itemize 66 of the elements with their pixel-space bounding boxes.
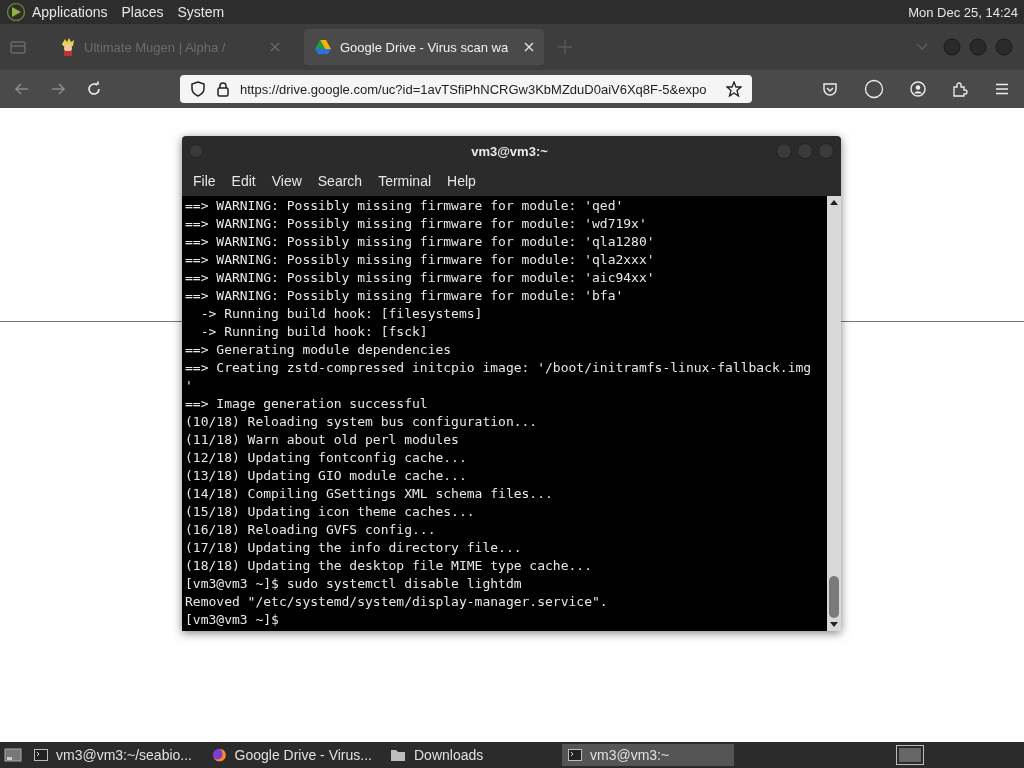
terminal-line: [vm3@vm3 ~]$ sudo systemctl disable lightdm	[185, 575, 523, 593]
menu-item[interactable]: Edit	[223, 173, 264, 189]
terminal-line: (18/18) Updating the desktop file MIME type cache...	[185, 557, 593, 575]
shield-icon[interactable]	[190, 81, 206, 97]
terminal-line: '	[185, 377, 194, 395]
terminal-line: ==> WARNING: Possibly missing firmware for module: 'aic94xx'	[185, 269, 656, 287]
circle-icon[interactable]	[864, 79, 884, 99]
terminal-line: (16/18) Reloading GVFS config...	[185, 521, 437, 539]
window-title: vm3@vm3:~	[470, 143, 549, 159]
show-desktop-icon[interactable]	[4, 747, 22, 763]
menu-item[interactable]: Terminal	[370, 173, 440, 189]
drive-icon	[314, 39, 332, 55]
terminal-line: (17/18) Updating the info directory file...	[185, 539, 523, 557]
scroll-up-icon[interactable]	[830, 199, 838, 205]
distro-logo-icon[interactable]	[6, 2, 26, 22]
browser-tab[interactable]: Google Drive - Virus scan wa	[304, 29, 544, 65]
taskbar-item[interactable]: Downloads	[384, 744, 556, 766]
pocket-icon[interactable]	[822, 81, 838, 97]
folder-icon	[390, 748, 406, 762]
forward-icon[interactable]	[50, 81, 66, 97]
menu-item[interactable]: File	[185, 173, 224, 189]
url-text: https://drive.google.com/uc?id=1avTSfiPhNCRGw3KbMZduD0aiV6Xq8F-5&expo	[240, 81, 708, 97]
terminal-line: ==> WARNING: Possibly missing firmware for module: 'qla1280'	[185, 233, 656, 251]
terminal-line: -> Running build hook: [fsck]	[199, 323, 429, 341]
extensions-icon[interactable]	[952, 81, 968, 97]
menu-item[interactable]: Search	[309, 173, 371, 189]
menu-icon[interactable]	[994, 81, 1010, 97]
taskbar-item[interactable]: vm3@vm3:~/seabio...	[28, 744, 200, 766]
taskbar-item[interactable]: Google Drive - Virus...	[206, 744, 378, 766]
scroll-down-icon[interactable]	[830, 622, 838, 628]
terminal-line: ==> Creating zstd-compressed initcpio image: '/boot/initramfs-linux-fallback.img	[185, 359, 813, 377]
character-icon	[60, 38, 76, 56]
reload-icon[interactable]	[86, 81, 102, 97]
panel-menu[interactable]: System	[177, 4, 225, 20]
terminal-line: ==> WARNING: Possibly missing firmware for module: 'qla2xxx'	[185, 251, 656, 269]
taskbar-item[interactable]: vm3@vm3:~	[562, 744, 734, 766]
panel-menu[interactable]: Places	[121, 4, 164, 20]
terminal-line: ==> WARNING: Possibly missing firmware for module: 'bfa'	[185, 287, 625, 305]
terminal-line: (13/18) Updating GIO module cache...	[185, 467, 468, 485]
star-icon[interactable]	[726, 81, 742, 97]
menu-item[interactable]: Help	[439, 173, 484, 189]
terminal-line: (10/18) Reloading system bus configuration...	[185, 413, 539, 431]
workspace-switcher[interactable]	[896, 745, 924, 765]
menu-item[interactable]: View	[263, 173, 310, 189]
terminal-line: ==> Image generation successful	[185, 395, 429, 413]
terminal-line: (14/18) Compiling GSettings XML schema files...	[185, 485, 554, 503]
terminal-icon	[568, 749, 582, 761]
back-icon[interactable]	[14, 81, 30, 97]
terminal-line: -> Running build hook: [filesystems]	[199, 305, 484, 323]
browser-icon	[212, 747, 227, 763]
terminal-line: (11/18) Warn about old perl modules	[185, 431, 460, 449]
terminal-line: (15/18) Updating icon theme caches...	[185, 503, 476, 521]
address-bar[interactable]: https://drive.google.com/uc?id=1avTSfiPhNCRGw3KbMZduD0aiV6Xq8F-5&expo	[180, 75, 752, 103]
terminal-line: (12/18) Updating fontconfig cache...	[185, 449, 468, 467]
terminal-line: ==> WARNING: Possibly missing firmware for module: 'wd719x'	[185, 215, 648, 233]
scrollbar[interactable]	[827, 196, 841, 631]
terminal-line: ==> Generating module dependencies	[185, 341, 453, 359]
terminal-line: Removed "/etc/systemd/system/display-manager.service".	[185, 593, 609, 611]
clock[interactable]: Mon Dec 25, 14:24	[908, 4, 1018, 20]
terminal-icon	[34, 749, 48, 761]
terminal-line: ==> WARNING: Possibly missing firmware for module: 'qed'	[185, 197, 625, 215]
lock-icon[interactable]	[215, 81, 231, 97]
scrollbar-thumb[interactable]	[829, 576, 839, 618]
panel-menu[interactable]: Applications	[32, 4, 108, 20]
account-icon[interactable]	[910, 81, 926, 97]
terminal-line: [vm3@vm3 ~]$	[185, 611, 280, 629]
